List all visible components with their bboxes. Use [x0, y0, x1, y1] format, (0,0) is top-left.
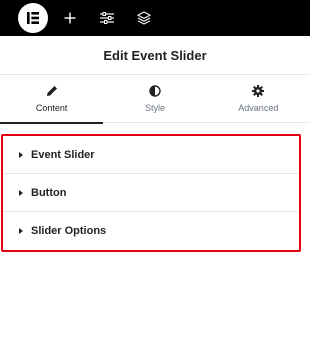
tab-content[interactable]: Content [0, 75, 104, 124]
top-toolbar [0, 0, 310, 36]
caret-right-icon [19, 189, 23, 196]
panel-tabs: Content Style Advanced [0, 75, 310, 124]
elementor-logo-icon[interactable] [18, 3, 48, 33]
layers-icon[interactable] [134, 8, 154, 28]
tab-label: Style [144, 103, 165, 113]
section-event-slider[interactable]: Event Slider [3, 136, 299, 174]
sliders-icon[interactable] [97, 8, 117, 28]
gear-icon [251, 84, 265, 98]
half-circle-icon [148, 84, 162, 98]
section-label: Event Slider [31, 148, 95, 161]
tab-label: Content [35, 103, 68, 113]
pencil-icon [45, 84, 59, 98]
section-button[interactable]: Button [3, 174, 299, 212]
tab-advanced[interactable]: Advanced [207, 75, 310, 123]
caret-right-icon [19, 151, 23, 158]
section-slider-options[interactable]: Slider Options [3, 212, 299, 250]
section-label: Slider Options [31, 225, 107, 237]
section-label: Button [31, 186, 67, 199]
tab-label: Advanced [238, 103, 279, 113]
tab-style[interactable]: Style [103, 75, 206, 123]
settings-sections: Event Slider Button Slider Options [1, 134, 301, 252]
plus-icon[interactable] [60, 8, 80, 28]
panel-title: Edit Event Slider [103, 47, 207, 63]
caret-right-icon [19, 228, 23, 234]
panel-header: Edit Event Slider [0, 36, 310, 75]
